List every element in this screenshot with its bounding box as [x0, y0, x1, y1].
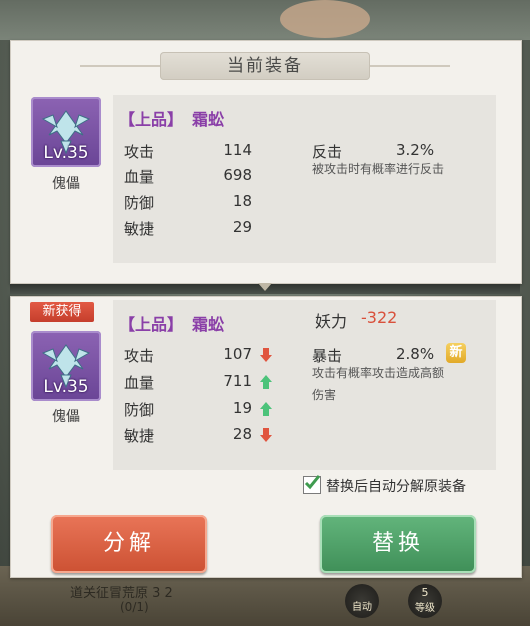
item-level: Lv.35 [43, 143, 89, 163]
stat-label-attack: 攻击 [124, 143, 155, 161]
stat-label-hp: 血量 [124, 168, 155, 186]
special-stat-desc: 被攻击时有概率进行反击 [312, 162, 445, 176]
stat-value-hp: 711 [223, 372, 252, 390]
level-label: 等级 [415, 603, 435, 614]
level-num: 5 [421, 586, 429, 599]
checkmark-icon [304, 475, 320, 490]
item-name: 霜蚣 [192, 110, 225, 129]
special-stat-desc-line2: 伤害 [312, 388, 337, 402]
power-delta: -322 [361, 308, 398, 327]
new-badge: 新获得 [30, 302, 94, 322]
stat-label-defense: 防御 [124, 194, 155, 212]
power-label: 妖力 [315, 312, 348, 331]
divider-arrow-icon [258, 283, 272, 291]
auto-label: 自动 [352, 602, 372, 613]
arrow-down-icon [260, 348, 272, 362]
special-stat-desc-line1: 攻击有概率攻击造成高额 [312, 366, 445, 380]
stat-label-hp: 血量 [124, 374, 155, 392]
auto-decompose-label[interactable]: 替换后自动分解原装备 [326, 476, 466, 496]
quality-tag: 【上品】 [119, 110, 184, 129]
special-stat-value: 3.2% [396, 141, 435, 159]
level-button[interactable]: 5 等级 [408, 584, 442, 618]
stat-value-attack: 107 [223, 345, 252, 363]
replace-button[interactable]: 替换 [320, 515, 476, 573]
stat-label-agility: 敏捷 [124, 427, 155, 445]
special-stat-name: 反击 [312, 143, 343, 161]
stat-value-agility: 28 [232, 425, 252, 443]
stat-label-attack: 攻击 [124, 347, 155, 365]
item-level: Lv.35 [43, 377, 89, 397]
auto-battle-button[interactable]: 自动 [345, 584, 379, 618]
arrow-down-icon [260, 428, 272, 442]
item-category: 傀儡 [52, 409, 80, 425]
stat-label-defense: 防御 [124, 401, 155, 419]
arrow-up-icon [260, 402, 272, 416]
quality-tag: 【上品】 [119, 315, 184, 334]
decompose-button[interactable]: 分解 [51, 515, 207, 573]
item-category: 傀儡 [52, 176, 80, 192]
stat-value-attack: 114 [223, 141, 252, 159]
page-title: 当前装备 [160, 52, 370, 80]
title-line-right [370, 65, 450, 67]
item-name: 霜蚣 [192, 315, 225, 334]
stat-label-agility: 敏捷 [124, 220, 155, 238]
stat-value-defense: 18 [232, 192, 252, 210]
auto-decompose-checkbox[interactable] [303, 475, 321, 494]
special-stat-value: 2.8% [396, 345, 435, 363]
scene-character-decor [280, 0, 370, 38]
current-item-icon[interactable]: Lv.35 [31, 97, 101, 167]
new-item-icon[interactable]: Lv.35 [31, 331, 101, 401]
task-text[interactable]: 道关征冒荒原 3 2 [70, 582, 173, 601]
special-stat-name: 暴击 [312, 347, 343, 365]
task-progress: (0/1) [120, 600, 149, 614]
stat-value-hp: 698 [223, 166, 252, 184]
title-line-left [80, 65, 160, 67]
arrow-up-icon [260, 375, 272, 389]
stat-value-defense: 19 [232, 399, 252, 417]
stat-value-agility: 29 [232, 218, 252, 236]
background-scene-top [0, 0, 530, 40]
new-stat-badge: 新 [446, 343, 466, 363]
